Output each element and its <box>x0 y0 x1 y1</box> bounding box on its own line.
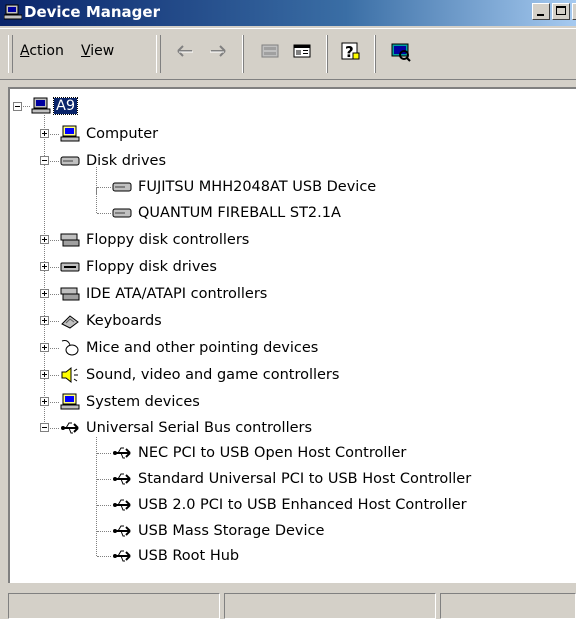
scan-hardware-icon <box>391 43 411 62</box>
view-icon <box>293 44 311 58</box>
expand-toggle-sound[interactable] <box>40 370 49 379</box>
disk-drive-icon <box>112 178 132 196</box>
tree-line <box>96 437 97 556</box>
floppy-drive-icon <box>60 258 80 276</box>
status-pane <box>224 593 436 619</box>
controller-icon <box>60 285 80 303</box>
toolbar-grip[interactable] <box>8 35 13 73</box>
status-pane <box>440 593 576 619</box>
computer-icon <box>60 393 80 411</box>
tree-node-sound[interactable]: Sound, video and game controllers <box>86 366 339 384</box>
expand-toggle-floppy-drives[interactable] <box>40 262 49 271</box>
usb-icon <box>112 547 132 565</box>
tree-node-floppy-drives[interactable]: Floppy disk drives <box>86 258 217 276</box>
expand-toggle-ide-controllers[interactable] <box>40 289 49 298</box>
back-button[interactable] <box>173 39 197 63</box>
collapse-toggle-disk-drives[interactable] <box>40 156 49 165</box>
toolbar-separator <box>326 35 328 73</box>
tree-node-system-devices[interactable]: System devices <box>86 393 200 411</box>
tree-node-standard-usb-controller[interactable]: Standard Universal PCI to USB Host Contr… <box>138 470 471 488</box>
menu-action-accel: A <box>20 43 30 59</box>
scan-hardware-button[interactable] <box>388 39 412 63</box>
disk-drive-icon <box>112 204 132 222</box>
tree-line <box>97 505 111 506</box>
usb-icon <box>112 496 132 514</box>
usb-icon <box>112 522 132 540</box>
forward-arrow-icon <box>210 45 226 57</box>
status-pane <box>8 593 220 619</box>
usb-icon <box>112 470 132 488</box>
tree-line <box>97 187 111 188</box>
tree-node-keyboards[interactable]: Keyboards <box>86 312 162 330</box>
tree-node-usb[interactable]: Universal Serial Bus controllers <box>86 419 312 437</box>
tree-root[interactable]: A9 <box>52 97 79 115</box>
maximize-button[interactable] <box>552 3 570 20</box>
forward-button[interactable] <box>206 39 230 63</box>
expand-toggle-keyboards[interactable] <box>40 316 49 325</box>
maximize-icon <box>556 6 566 15</box>
tree-line <box>97 556 111 557</box>
toolbar-separator <box>374 35 376 73</box>
window-title: Device Manager <box>24 3 160 21</box>
menu-action[interactable]: Action <box>20 43 64 59</box>
tree-line <box>96 187 97 213</box>
properties-icon <box>261 44 279 58</box>
usb-icon <box>60 419 80 437</box>
tree-line <box>97 453 111 454</box>
title-bar[interactable]: Device Manager <box>0 0 576 26</box>
computer-icon <box>60 125 80 143</box>
toolbar-separator <box>242 35 244 73</box>
speaker-icon <box>60 366 80 384</box>
keyboard-icon <box>60 312 80 330</box>
mouse-icon <box>60 339 80 357</box>
menu-view[interactable]: View <box>81 43 114 59</box>
status-bar <box>0 589 576 619</box>
help-icon: ? <box>341 42 360 61</box>
tree-node-mice[interactable]: Mice and other pointing devices <box>86 339 318 357</box>
root-collapse-toggle[interactable] <box>13 102 22 111</box>
expand-toggle-floppy-controllers[interactable] <box>40 235 49 244</box>
tree-node-usb-root-hub[interactable]: USB Root Hub <box>138 547 239 565</box>
tree-line <box>97 531 111 532</box>
tree-node-disk-drives[interactable]: Disk drives <box>86 152 166 170</box>
disk-drive-icon <box>60 152 80 170</box>
tree-node-quantum-drive[interactable]: QUANTUM FIREBALL ST2.1A <box>138 204 341 222</box>
help-button[interactable]: ? <box>338 39 362 63</box>
minimize-button[interactable] <box>532 3 550 20</box>
tree-line <box>97 213 111 214</box>
expand-toggle-mice[interactable] <box>40 343 49 352</box>
tree-node-fujitsu-drive[interactable]: FUJITSU MHH2048AT USB Device <box>138 178 376 196</box>
tree-node-usb-mass-storage[interactable]: USB Mass Storage Device <box>138 522 324 540</box>
menu-view-accel: V <box>81 43 91 59</box>
minimize-icon <box>537 14 544 16</box>
toolbar: Action View ? <box>0 28 576 80</box>
svg-text:?: ? <box>345 43 354 61</box>
controller-icon <box>60 231 80 249</box>
tree-node-floppy-controllers[interactable]: Floppy disk controllers <box>86 231 249 249</box>
view-button[interactable] <box>290 39 314 63</box>
menu-action-rest: ction <box>29 43 64 59</box>
device-tree[interactable]: A9 Computer Disk drives FUJITSU MHH2048A… <box>8 87 576 583</box>
usb-icon <box>112 444 132 462</box>
tree-node-nec-usb-controller[interactable]: NEC PCI to USB Open Host Controller <box>138 444 406 462</box>
expand-toggle-computer[interactable] <box>40 129 49 138</box>
toolbar-grip[interactable] <box>156 35 161 73</box>
computer-icon <box>31 97 51 115</box>
device-manager-icon <box>3 4 23 20</box>
tree-node-computer[interactable]: Computer <box>86 125 158 143</box>
collapse-toggle-usb[interactable] <box>40 423 49 432</box>
back-arrow-icon <box>177 45 193 57</box>
expand-toggle-system-devices[interactable] <box>40 397 49 406</box>
close-button[interactable] <box>572 3 576 20</box>
menu-view-rest: iew <box>90 43 115 59</box>
tree-node-usb2-enhanced-controller[interactable]: USB 2.0 PCI to USB Enhanced Host Control… <box>138 496 467 514</box>
tree-root-label: A9 <box>52 97 79 115</box>
properties-button[interactable] <box>258 39 282 63</box>
tree-node-ide-controllers[interactable]: IDE ATA/ATAPI controllers <box>86 285 267 303</box>
tree-line <box>97 479 111 480</box>
